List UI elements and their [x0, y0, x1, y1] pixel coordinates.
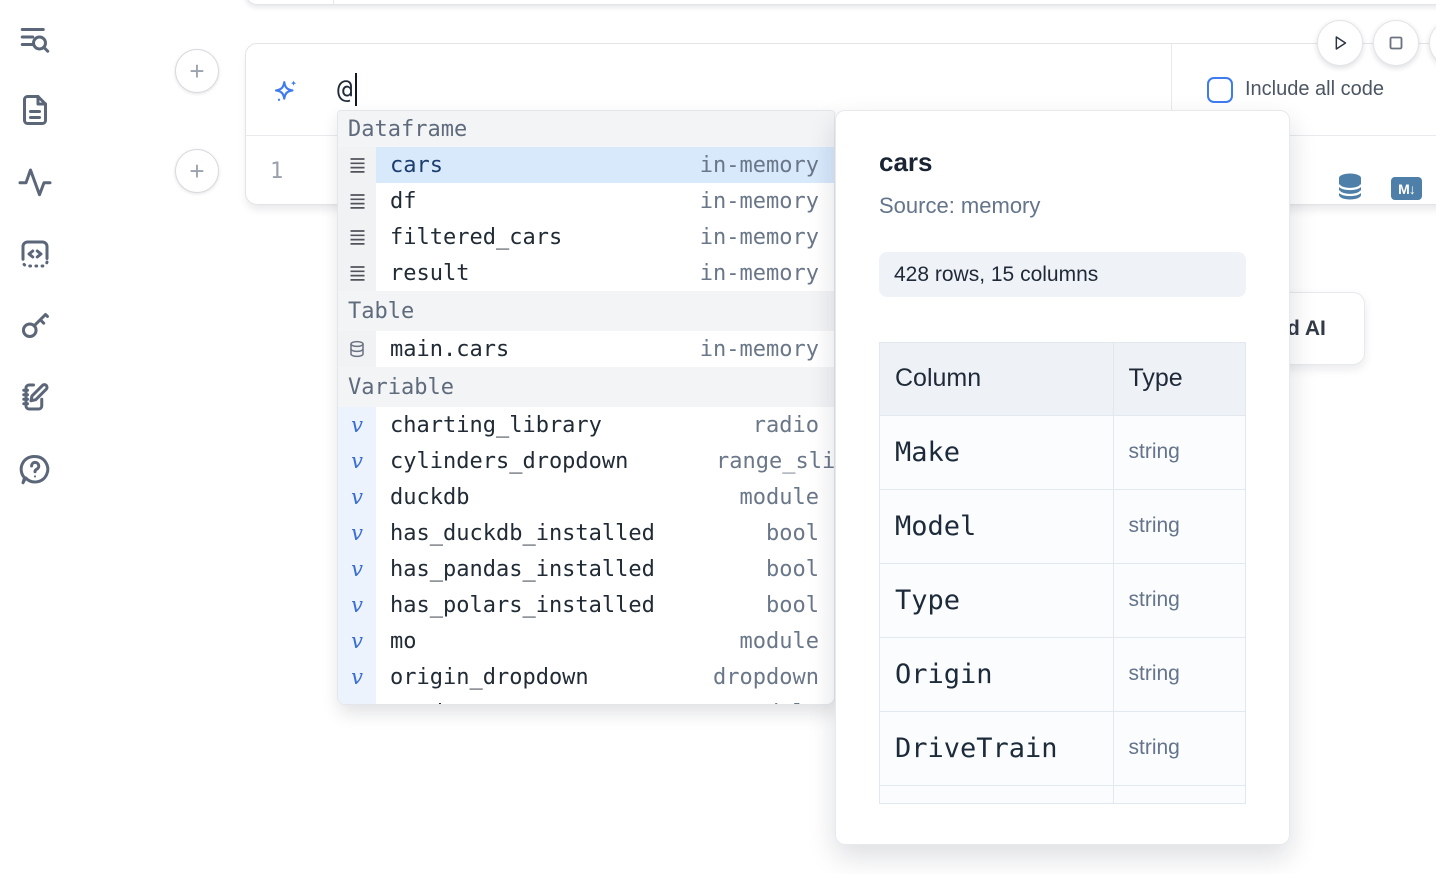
variable-icon: v [351, 595, 363, 616]
autocomplete-item-has-polars-installed[interactable]: v has_polars_installedbool [338, 587, 834, 623]
table-row-partial [880, 785, 1245, 804]
preview-title: cars [879, 147, 1246, 178]
sidebar-item-variables[interactable] [16, 163, 54, 201]
stop-icon [1385, 32, 1407, 54]
previous-cell-remnant [245, 0, 1436, 5]
autocomplete-item-origin-dropdown[interactable]: v origin_dropdowndropdown [338, 659, 834, 695]
sidebar-item-help[interactable] [16, 451, 54, 489]
dataframe-rows-icon [349, 156, 366, 175]
schema-table-wrap: Column Type Make string Model string Typ… [879, 342, 1246, 804]
table-row: DriveTrain string [880, 711, 1245, 785]
section-header-variable: Variable [338, 367, 834, 407]
include-all-code-checkbox[interactable] [1207, 77, 1233, 103]
section-header-dataframe: Dataframe [338, 111, 834, 147]
autocomplete-item-duckdb[interactable]: v duckdbmodule [338, 479, 834, 515]
variable-icon: v [351, 523, 363, 544]
add-cell-below-button[interactable]: + [175, 149, 219, 193]
table-row: Make string [880, 415, 1245, 489]
schema-table: Column Type Make string Model string Typ… [880, 343, 1245, 804]
autocomplete-item-cars[interactable]: carsin-memory [338, 147, 834, 183]
variable-icon: v [351, 703, 363, 706]
code-box-icon [17, 236, 53, 272]
run-cell-button[interactable] [1317, 20, 1363, 66]
section-header-table: Table [338, 291, 834, 331]
sidebar-item-snippets[interactable] [16, 235, 54, 273]
database-icon [1336, 172, 1364, 202]
type-header: Type [1113, 343, 1245, 415]
autocomplete-item-main-cars[interactable]: main.carsin-memory [338, 331, 834, 367]
include-all-code-label: Include all code [1245, 78, 1384, 101]
variable-icon: v [351, 415, 363, 436]
sidebar-item-scratchpad[interactable] [16, 378, 54, 416]
convert-to-markdown-button[interactable]: M↓ [1391, 177, 1422, 200]
notebook-canvas: + + @ Include all code 1 [0, 0, 1436, 874]
play-icon [1329, 32, 1351, 54]
add-cell-above-button[interactable]: + [175, 49, 219, 93]
line-number: 1 [270, 136, 283, 206]
preview-summary-badge: 428 rows, 15 columns [879, 252, 1246, 297]
sidebar-item-files[interactable] [16, 91, 54, 129]
autocomplete-item-has-pandas-installed[interactable]: v has_pandas_installedbool [338, 551, 834, 587]
activity-icon [17, 164, 53, 200]
table-row: Origin string [880, 637, 1245, 711]
dataframe-preview-panel: cars Source: memory 428 rows, 15 columns… [835, 110, 1290, 845]
dataframe-rows-icon [349, 228, 366, 247]
autocomplete-item-mo[interactable]: v momodule [338, 623, 834, 659]
notebook-pen-icon [17, 379, 53, 415]
table-row: Type string [880, 563, 1245, 637]
list-search-icon [17, 22, 53, 58]
autocomplete-item-df[interactable]: dfin-memory [338, 183, 834, 219]
autocomplete-item-cylinders-dropdown[interactable]: v cylinders_dropdownrange_slider [338, 443, 834, 479]
autocomplete-item-charting-library[interactable]: v charting_libraryradio [338, 407, 834, 443]
sidebar-item-table-of-contents[interactable] [16, 21, 54, 59]
help-bubble-icon [17, 452, 53, 488]
ai-prompt-input[interactable]: @ [337, 75, 353, 105]
variable-icon: v [351, 487, 363, 508]
autocomplete-item-result[interactable]: resultin-memory [338, 255, 834, 291]
variable-icon: v [351, 631, 363, 652]
text-cursor [355, 73, 357, 106]
stop-cell-button[interactable] [1373, 20, 1419, 66]
schema-header-row: Column Type [880, 343, 1245, 415]
sidebar-item-secrets[interactable] [16, 306, 54, 344]
variable-icon: v [351, 451, 363, 472]
sparkles-ai-icon [272, 77, 300, 110]
file-text-icon [17, 92, 53, 128]
dataframe-rows-icon [349, 192, 366, 211]
autocomplete-dropdown: Dataframe carsin-memory dfin-memory filt… [337, 110, 835, 705]
ai-helper-label: d AI [1287, 317, 1326, 341]
markdown-icon: M↓ [1398, 181, 1415, 197]
gutter-divider [333, 0, 334, 4]
database-icon [348, 340, 366, 358]
variable-icon: v [351, 667, 363, 688]
autocomplete-item-has-duckdb-installed[interactable]: v has_duckdb_installedbool [338, 515, 834, 551]
table-row: Model string [880, 489, 1245, 563]
convert-to-sql-button[interactable] [1336, 172, 1364, 205]
autocomplete-item-pandas[interactable]: v pandasmodule [338, 695, 834, 705]
column-header: Column [880, 343, 1113, 415]
preview-source: Source: memory [879, 193, 1246, 219]
autocomplete-item-filtered-cars[interactable]: filtered_carsin-memory [338, 219, 834, 255]
dataframe-rows-icon [349, 264, 366, 283]
variable-icon: v [351, 559, 363, 580]
key-icon [17, 307, 53, 343]
